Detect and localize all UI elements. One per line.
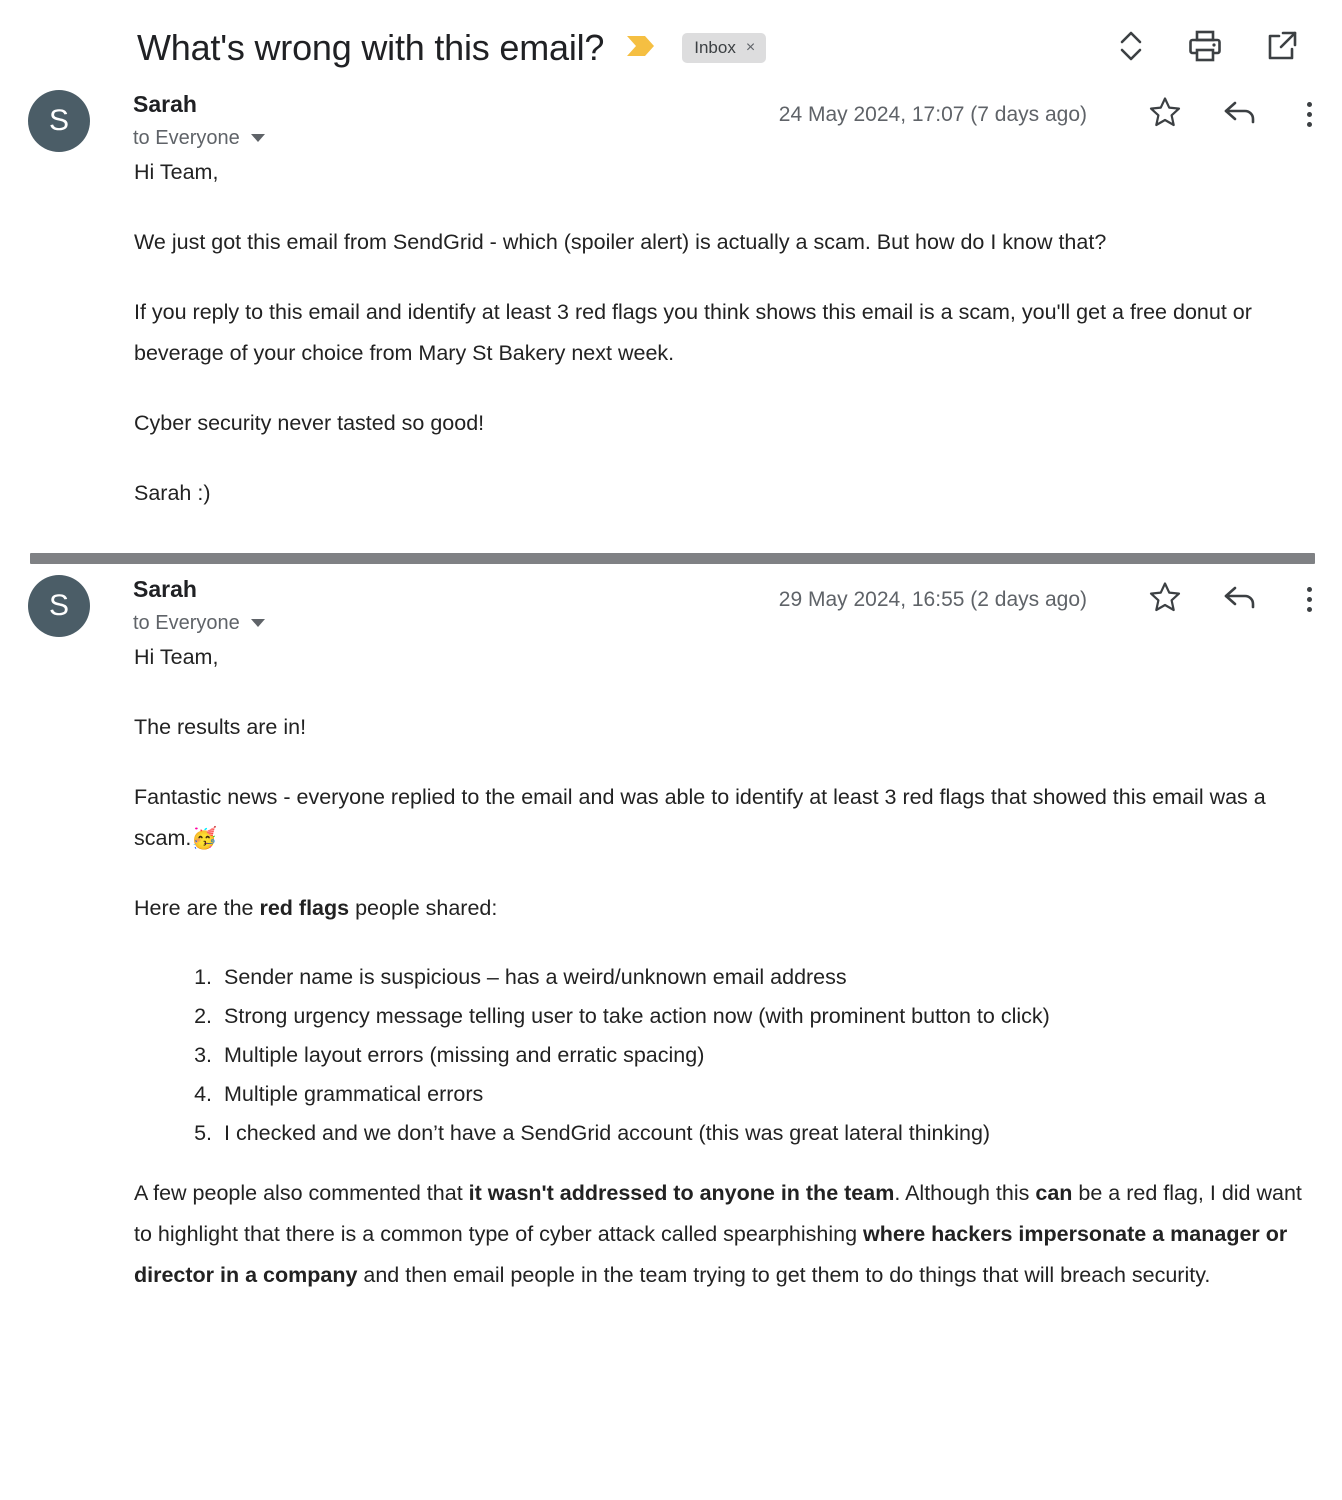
recipient-row[interactable]: to Everyone xyxy=(133,613,265,633)
more-options-icon[interactable] xyxy=(1299,587,1320,612)
body-text: Fantastic news - everyone replied to the… xyxy=(134,785,1266,850)
message-timestamp: 24 May 2024, 17:07 (7 days ago) xyxy=(778,102,1087,126)
star-icon[interactable] xyxy=(1149,581,1181,618)
closing-text: . Although this xyxy=(894,1181,1036,1205)
message-timestamp: 29 May 2024, 16:55 (2 days ago) xyxy=(778,587,1087,611)
red-flags-list: Sender name is suspicious – has a weird/… xyxy=(134,958,1320,1153)
sender-block: Sarah to Everyone xyxy=(133,575,265,633)
closing-bold-1: it wasn't addressed to anyone in the tea… xyxy=(468,1181,895,1205)
intro-bold: red flags xyxy=(259,896,350,920)
recipient-label: to Everyone xyxy=(133,611,240,634)
intro-pre: Here are the xyxy=(134,896,260,920)
message-actions xyxy=(1149,581,1320,618)
recipient-label: to Everyone xyxy=(133,126,240,149)
message-header: S Sarah to Everyone 24 May 2024, 17:07 (… xyxy=(0,88,1342,152)
kebab-dot xyxy=(1307,597,1312,602)
reply-icon[interactable] xyxy=(1223,583,1257,616)
message-meta: 24 May 2024, 17:07 (7 days ago) xyxy=(779,96,1320,133)
body-paragraph: Fantastic news - everyone replied to the… xyxy=(134,777,1320,859)
list-item: Multiple layout errors (missing and erra… xyxy=(218,1036,1320,1075)
body-paragraph: The results are in! xyxy=(134,715,307,739)
sender-block: Sarah to Everyone xyxy=(133,90,265,148)
close-icon[interactable]: × xyxy=(746,39,755,56)
reply-icon[interactable] xyxy=(1223,98,1257,131)
body-greeting: Hi Team, xyxy=(134,160,219,184)
thread-header-actions xyxy=(1118,29,1320,68)
star-icon[interactable] xyxy=(1149,96,1181,133)
kebab-dot xyxy=(1307,122,1312,127)
red-flags-intro: Here are the red flags people shared: xyxy=(134,888,1320,929)
more-options-icon[interactable] xyxy=(1299,102,1320,127)
body-paragraph: Cyber security never tasted so good! xyxy=(134,411,485,435)
print-icon[interactable] xyxy=(1188,30,1222,67)
intro-post: people shared: xyxy=(349,896,498,920)
thread-header: What's wrong with this email? Inbox × xyxy=(0,0,1342,88)
list-item: Sender name is suspicious – has a weird/… xyxy=(218,958,1320,997)
closing-bold-2: can xyxy=(1035,1181,1073,1205)
chevron-down-icon[interactable] xyxy=(250,618,265,627)
message-actions xyxy=(1149,96,1320,133)
sender-name: Sarah xyxy=(133,576,197,602)
label-chip-inbox[interactable]: Inbox × xyxy=(682,33,767,63)
message-body: Hi Team, The results are in! Fantastic n… xyxy=(0,637,1342,1296)
body-closing-paragraph: A few people also commented that it wasn… xyxy=(134,1173,1320,1296)
body-paragraph: We just got this email from SendGrid - w… xyxy=(134,230,1107,254)
yellow-chevron-flag-icon xyxy=(626,35,656,62)
page-title: What's wrong with this email? xyxy=(137,27,605,69)
list-item: Strong urgency message telling user to t… xyxy=(218,997,1320,1036)
message-body: Hi Team, We just got this email from Sen… xyxy=(0,152,1342,514)
avatar[interactable]: S xyxy=(28,575,90,637)
label-chip-text: Inbox xyxy=(694,38,736,57)
list-item: Multiple grammatical errors xyxy=(218,1075,1320,1114)
chevron-down-icon[interactable] xyxy=(250,133,265,142)
body-signoff: Sarah :) xyxy=(134,481,211,505)
closing-text: A few people also commented that xyxy=(134,1181,469,1205)
message-1: S Sarah to Everyone 24 May 2024, 17:07 (… xyxy=(0,88,1342,514)
kebab-dot xyxy=(1307,112,1312,117)
recipient-row[interactable]: to Everyone xyxy=(133,128,265,148)
body-greeting: Hi Team, xyxy=(134,645,219,669)
message-header: S Sarah to Everyone 29 May 2024, 16:55 (… xyxy=(0,573,1342,637)
message-2: S Sarah to Everyone 29 May 2024, 16:55 (… xyxy=(0,573,1342,1296)
kebab-dot xyxy=(1307,587,1312,592)
open-in-new-window-icon[interactable] xyxy=(1266,30,1298,67)
message-separator xyxy=(30,552,1315,564)
kebab-dot xyxy=(1307,607,1312,612)
body-paragraph: If you reply to this email and identify … xyxy=(134,300,1252,365)
list-item: I checked and we don’t have a SendGrid a… xyxy=(218,1114,1320,1153)
sender-name: Sarah xyxy=(133,91,197,117)
closing-text: and then email people in the team trying… xyxy=(357,1263,1211,1287)
kebab-dot xyxy=(1307,102,1312,107)
thread-divider-wrap xyxy=(0,543,1342,573)
avatar[interactable]: S xyxy=(28,90,90,152)
message-meta: 29 May 2024, 16:55 (2 days ago) xyxy=(779,581,1320,618)
collapse-all-icon[interactable] xyxy=(1118,29,1144,68)
party-face-emoji: 🥳 xyxy=(191,827,218,850)
